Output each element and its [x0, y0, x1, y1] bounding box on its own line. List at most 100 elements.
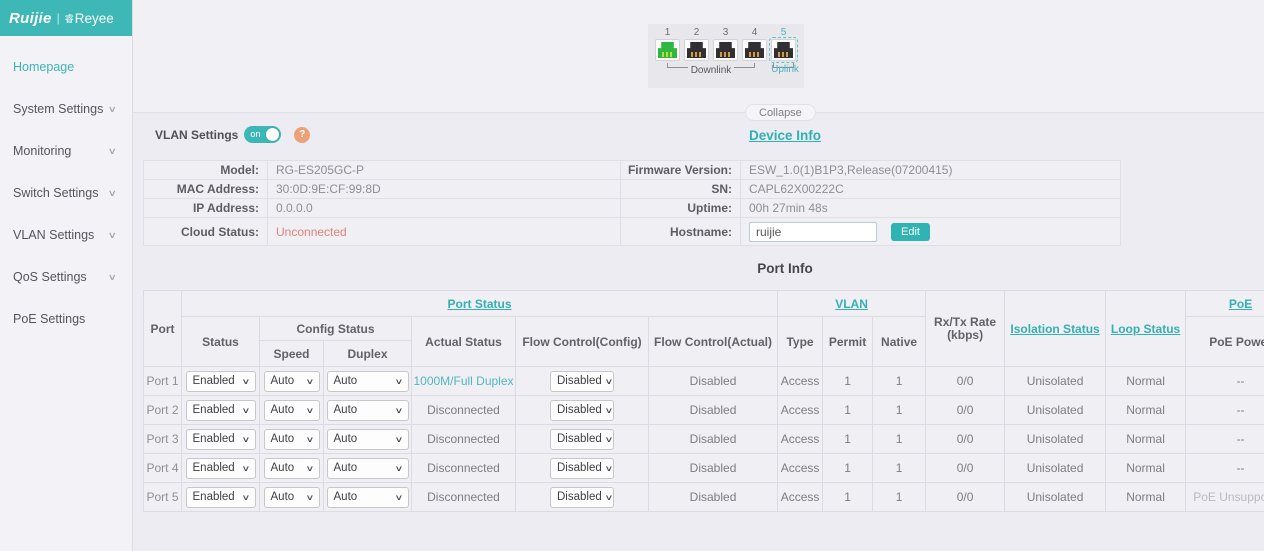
flow-actual-cell: Disabled — [649, 483, 778, 512]
loop-cell: Normal — [1106, 425, 1186, 454]
speed-select[interactable]: Auto ∨ — [264, 429, 320, 450]
chevron-down-icon: ∨ — [604, 377, 613, 386]
type-cell: Access — [778, 454, 823, 483]
speed-select[interactable]: Auto∨ — [264, 400, 320, 421]
actual-status-cell: Disconnected — [412, 483, 516, 512]
isolation-status-link[interactable]: Isolation Status — [1010, 322, 1099, 336]
select-value: Auto — [271, 433, 295, 445]
hostname-label: Hostname: — [621, 218, 741, 246]
uplink-label: Uplink — [759, 64, 811, 75]
chevron-down-icon: ∨ — [305, 435, 314, 444]
chevron-down-icon: ∨ — [394, 377, 403, 386]
chevron-down-icon: ∨ — [604, 464, 613, 473]
status-select[interactable]: Enabled∨ — [186, 458, 256, 479]
vlan-link[interactable]: VLAN — [835, 297, 868, 311]
duplex-select[interactable]: Auto∨ — [327, 429, 409, 450]
rate-cell: 0/0 — [926, 425, 1005, 454]
port-numbers: 1 2 3 4 5 — [655, 27, 804, 38]
speed-select[interactable]: Auto∨ — [264, 371, 320, 392]
duplex-select[interactable]: Auto∨ — [327, 487, 409, 508]
flow-control-select[interactable]: Disabled∨ — [550, 458, 614, 479]
table-row: Port 1 Enabled∨ Auto∨ Auto∨ 1000M/Full D… — [144, 367, 1264, 396]
collapse-label: Collapse — [759, 107, 802, 119]
col-type: Type — [778, 317, 823, 367]
permit-cell: 1 — [823, 454, 873, 483]
status-select[interactable]: Enabled∨ — [186, 371, 256, 392]
duplex-select[interactable]: Auto∨ — [327, 400, 409, 421]
flow-control-select[interactable]: Disabled∨ — [550, 487, 614, 508]
flow-actual-cell: Disabled — [649, 367, 778, 396]
native-cell: 1 — [873, 367, 926, 396]
chevron-down-icon: ∨ — [241, 435, 250, 444]
collapse-button[interactable]: Collapse — [745, 104, 816, 121]
sidebar-item-label: Switch Settings — [13, 186, 98, 200]
duplex-select[interactable]: Auto∨ — [327, 371, 409, 392]
isolation-cell: Unisolated — [1005, 425, 1106, 454]
chevron-down-icon: ∨ — [241, 377, 250, 386]
sidebar-item-monitoring[interactable]: Monitoring ∨ — [0, 130, 132, 172]
actual-status-cell: Disconnected — [412, 425, 516, 454]
native-cell: 1 — [873, 483, 926, 512]
col-permit: Permit — [823, 317, 873, 367]
speed-select[interactable]: Auto∨ — [264, 458, 320, 479]
type-cell: Access — [778, 367, 823, 396]
sidebar-item-vlan-settings[interactable]: VLAN Settings ∨ — [0, 214, 132, 256]
sidebar-item-switch-settings[interactable]: Switch Settings ∨ — [0, 172, 132, 214]
sidebar-item-label: Homepage — [13, 60, 74, 74]
firmware-label: Firmware Version: — [621, 161, 741, 180]
port-icons-row — [655, 39, 804, 61]
sidebar-item-qos-settings[interactable]: QoS Settings ∨ — [0, 256, 132, 298]
table-row: Port 3 Enabled∨ Auto∨ Auto∨ Disconnected… — [144, 425, 1264, 454]
speed-select[interactable]: Auto∨ — [264, 487, 320, 508]
chevron-down-icon: ∨ — [604, 493, 613, 502]
reyee-logo: Reyee — [75, 11, 114, 26]
sidebar-item-homepage[interactable]: Homepage — [0, 46, 132, 88]
table-row: Port 4 Enabled∨ Auto∨ Auto∨ Disconnected… — [144, 454, 1264, 483]
port-icon-5-uplink[interactable] — [771, 39, 796, 61]
flow-control-select[interactable]: Disabled∨ — [550, 371, 614, 392]
port-cell: Port 2 — [144, 396, 182, 425]
device-info-title[interactable]: Device Info — [143, 128, 1264, 143]
flow-actual-cell: Disabled — [649, 396, 778, 425]
port-icon-1-connected[interactable] — [655, 39, 680, 61]
ruijie-logo: Ruijie — [9, 10, 52, 27]
loop-status-link[interactable]: Loop Status — [1111, 322, 1180, 336]
table-row: Port 2 Enabled∨ Auto∨ Auto∨ Disconnected… — [144, 396, 1264, 425]
sidebar-item-label: PoE Settings — [13, 312, 85, 326]
poe-power-cell: -- — [1186, 425, 1264, 454]
col-speed: Speed — [260, 341, 324, 367]
flow-control-select[interactable]: Disabled∨ — [550, 400, 614, 421]
chevron-down-icon: ∨ — [108, 188, 117, 199]
select-value: Auto — [334, 462, 358, 474]
status-select[interactable]: Enabled∨ — [186, 400, 256, 421]
sidebar-item-system-settings[interactable]: System Settings ∨ — [0, 88, 132, 130]
port-status-link[interactable]: Port Status — [448, 297, 512, 311]
flow-control-select[interactable]: Disabled∨ — [550, 429, 614, 450]
poe-link[interactable]: PoE — [1229, 297, 1252, 311]
sidebar-item-poe-settings[interactable]: PoE Settings — [0, 298, 132, 340]
hostname-input[interactable] — [749, 222, 877, 242]
device-info-table: Model: RG-ES205GC-P Firmware Version: ES… — [143, 160, 1121, 246]
col-loop: Loop Status — [1106, 291, 1186, 367]
sidebar: Ruijie | 睿 Reyee Homepage System Setting… — [0, 0, 133, 551]
status-select[interactable]: Enabled∨ — [186, 429, 256, 450]
select-value: Enabled — [193, 462, 235, 474]
port-number: 1 — [655, 27, 680, 38]
status-select[interactable]: Enabled∨ — [186, 487, 256, 508]
native-cell: 1 — [873, 425, 926, 454]
port-icon-2[interactable] — [684, 39, 709, 61]
sn-label: SN: — [621, 180, 741, 199]
actual-status-cell: 1000M/Full Duplex — [412, 367, 516, 396]
edit-button[interactable]: Edit — [891, 223, 930, 241]
loop-cell: Normal — [1106, 367, 1186, 396]
port-icon-3[interactable] — [713, 39, 738, 61]
port-icon-4[interactable] — [742, 39, 767, 61]
chevron-down-icon: ∨ — [604, 406, 613, 415]
loop-cell: Normal — [1106, 454, 1186, 483]
rate-line1: Rx/Tx Rate — [926, 316, 1004, 329]
port-cell: Port 3 — [144, 425, 182, 454]
rate-cell: 0/0 — [926, 454, 1005, 483]
duplex-select[interactable]: Auto∨ — [327, 458, 409, 479]
chevron-down-icon: ∨ — [305, 464, 314, 473]
group-port-status: Port Status — [182, 291, 778, 317]
